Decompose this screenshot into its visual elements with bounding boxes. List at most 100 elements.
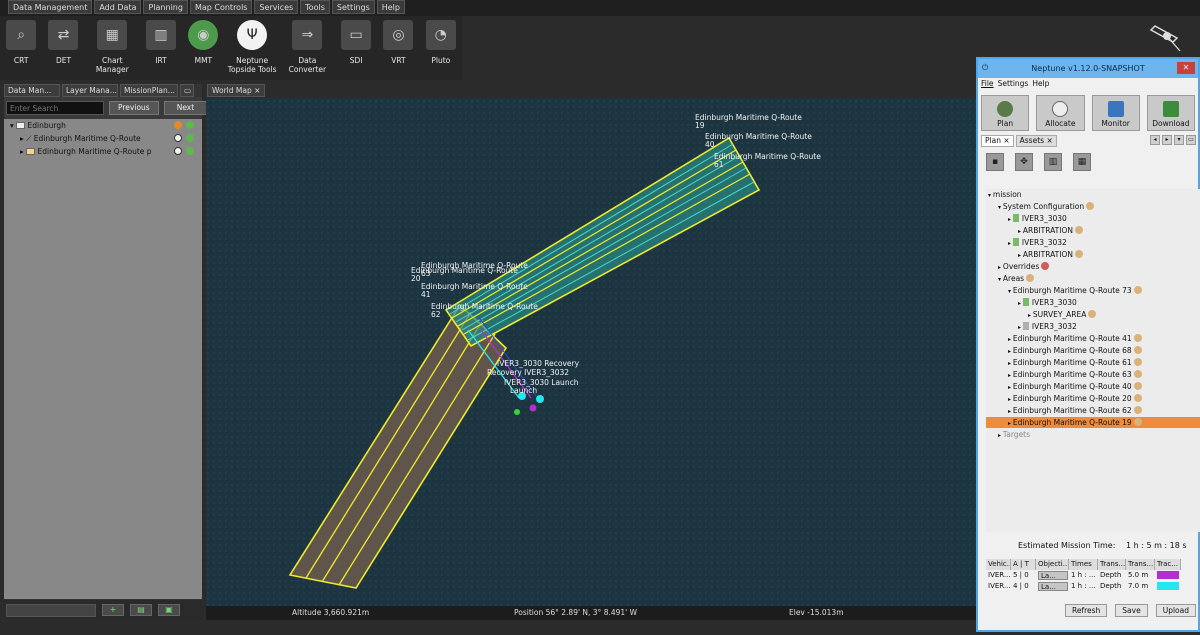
tree-node[interactable]: ▸ Targets (986, 429, 1200, 440)
menu-tools[interactable]: Tools (300, 0, 330, 14)
download-button[interactable]: Download (1146, 95, 1195, 131)
neptune-title-bar[interactable]: ⏻ Neptune v1.12.0-SNAPSHOT ✕ (978, 59, 1198, 78)
tree-node[interactable]: ▸ ARBITRATION (986, 249, 1200, 260)
column-header[interactable]: Trans... (1098, 559, 1126, 570)
plan-button[interactable]: Plan (981, 95, 1030, 131)
tree-node[interactable]: ▸ IVER3_3030 (986, 297, 1200, 308)
tree-node[interactable]: ▸ Edinburgh Maritime Q-Route 20 (986, 393, 1200, 404)
next-button[interactable]: Next (163, 101, 208, 115)
tool-pluto[interactable]: ◔ Pluto (420, 16, 462, 80)
tree-node[interactable]: ▸ IVER3_3032 (986, 321, 1200, 332)
tool-neptune-topside-tools[interactable]: Ψ Neptune Topside Tools (225, 16, 280, 80)
tree-node-label: System Configuration (1002, 202, 1085, 211)
search-input[interactable] (6, 101, 104, 115)
menu-services[interactable]: Services (254, 0, 299, 14)
tool-sdi[interactable]: ▭ SDI (335, 16, 377, 80)
tree-node[interactable]: ▸ Edinburgh Maritime Q-Route 61 (986, 357, 1200, 368)
tree-node[interactable]: ▸ Edinburgh Maritime Q-Route 19 (986, 417, 1200, 428)
monitor-button[interactable]: Monitor (1091, 95, 1140, 131)
tab-data-management[interactable]: Data Man... (4, 84, 60, 97)
objective-dropdown[interactable]: La... (1038, 582, 1068, 591)
expand-icon[interactable]: ▸ (20, 147, 24, 156)
objective-dropdown[interactable]: La... (1038, 571, 1068, 580)
bar-chart-icon[interactable]: ▥ (1044, 153, 1062, 171)
table-row[interactable]: IVER... 4 | 0 La... 1 h : ... Depth 7.0 m (986, 581, 1200, 592)
add-layer-button[interactable]: ▤ (130, 604, 152, 616)
tree-node[interactable]: ▸ Edinburgh Maritime Q-Route 40 (986, 381, 1200, 392)
color-swatch[interactable] (1157, 571, 1179, 579)
menu-settings[interactable]: Settings (998, 78, 1029, 89)
tab-world-map[interactable]: World Map × (207, 84, 266, 97)
restore-icon[interactable]: ▭ (1186, 135, 1196, 145)
table-row[interactable]: IVER... 5 | 0 La... 1 h : ... Depth 5.0 m (986, 570, 1200, 581)
tree-node[interactable]: ▸ IVER3_3030 (986, 213, 1200, 224)
tab-assets[interactable]: Assets × (1015, 135, 1057, 147)
tree-item-qroute[interactable]: ▸ ⟋ Edinburgh Maritime Q-Route (4, 132, 202, 145)
tool-irt[interactable]: ▥ IRT (140, 16, 182, 80)
column-header[interactable]: Vehic... (986, 559, 1011, 570)
crosshair-icon[interactable]: ✥ (1015, 153, 1033, 171)
menu-planning[interactable]: Planning (143, 0, 188, 14)
menu-help[interactable]: Help (376, 0, 405, 14)
column-header[interactable]: A | T (1011, 559, 1036, 570)
tree-node[interactable]: ▾ System Configuration (986, 201, 1200, 212)
tree-node[interactable]: ▾ Areas (986, 273, 1200, 284)
tree-node[interactable]: ▸ ARBITRATION (986, 225, 1200, 236)
launch-marker[interactable] (536, 395, 544, 403)
menu-map-controls[interactable]: Map Controls (189, 0, 253, 14)
add-button[interactable]: + (102, 604, 124, 616)
expand-icon[interactable]: ▸ (20, 134, 24, 143)
tab-left-icon[interactable]: ◂ (1150, 135, 1160, 145)
allocate-button[interactable]: Allocate (1036, 95, 1085, 131)
menu-data-management[interactable]: Data Management (8, 0, 93, 14)
tree-item-edinburgh[interactable]: ▾ Edinburgh (4, 119, 202, 132)
tool-mmt[interactable]: ◉ MMT (182, 16, 224, 80)
tool-data-converter[interactable]: ⇒ Data Converter (280, 16, 335, 80)
collapse-icon[interactable]: ▾ (10, 121, 14, 130)
tab-plan[interactable]: Plan × (981, 135, 1014, 147)
open-plan-icon[interactable]: ▪ (986, 153, 1004, 171)
close-window-button[interactable]: ✕ (1177, 62, 1195, 74)
column-header[interactable]: Objecti... (1036, 559, 1069, 570)
tree-item-qroute-p[interactable]: ▸ Edinburgh Maritime Q-Route p (4, 145, 202, 158)
objective-select[interactable]: La... (1036, 570, 1069, 581)
previous-button[interactable]: Previous (109, 101, 159, 115)
menu-help[interactable]: Help (1032, 78, 1049, 89)
export-button[interactable]: ▣ (158, 604, 180, 616)
menu-settings[interactable]: Settings (331, 0, 375, 14)
column-header[interactable]: Trans... (1126, 559, 1155, 570)
footer-field[interactable] (6, 603, 96, 617)
tree-node[interactable]: ▸ Overrides (986, 261, 1200, 272)
waypoint-marker[interactable] (529, 404, 537, 412)
tab-layer-manager[interactable]: Layer Mana... (62, 84, 118, 97)
tab-mission-planner[interactable]: MissionPlan... (120, 84, 178, 97)
upload-button[interactable]: Upload (1155, 604, 1196, 617)
tree-node[interactable]: ▸ SURVEY_AREA (986, 309, 1200, 320)
tree-node[interactable]: ▸ Edinburgh Maritime Q-Route 41 (986, 333, 1200, 344)
refresh-button[interactable]: Refresh (1064, 604, 1108, 617)
maximize-icon[interactable]: ▭ (180, 84, 194, 97)
tree-node[interactable]: ▸ IVER3_3032 (986, 237, 1200, 248)
column-header[interactable]: Trac... (1155, 559, 1181, 570)
objective-select[interactable]: La... (1036, 581, 1069, 592)
tool-chart-manager[interactable]: ▦ Chart Manager (85, 16, 140, 80)
tab-list-icon[interactable]: ▾ (1174, 135, 1184, 145)
menu-add-data[interactable]: Add Data (94, 0, 142, 14)
close-icon[interactable]: × (254, 86, 260, 95)
color-swatch[interactable] (1157, 582, 1179, 590)
save-button[interactable]: Save (1115, 604, 1148, 617)
tree-node[interactable]: ▾ mission (986, 189, 1200, 200)
package-icon[interactable]: ▦ (1073, 153, 1091, 171)
tool-det[interactable]: ⇄ DET (42, 16, 84, 80)
tab-right-icon[interactable]: ▸ (1162, 135, 1172, 145)
tree-node[interactable]: ▸ Edinburgh Maritime Q-Route 63 (986, 369, 1200, 380)
tool-crt[interactable]: ⌕ CRT (0, 16, 42, 80)
world-map[interactable]: Edinburgh Maritime Q-Route 19 Edinburgh … (206, 98, 976, 606)
menu-file[interactable]: File (981, 78, 994, 89)
start-marker[interactable] (514, 409, 520, 415)
tree-node[interactable]: ▾ Edinburgh Maritime Q-Route 73 (986, 285, 1200, 296)
tree-node[interactable]: ▸ Edinburgh Maritime Q-Route 62 (986, 405, 1200, 416)
tree-node[interactable]: ▸ Edinburgh Maritime Q-Route 68 (986, 345, 1200, 356)
tool-vrt[interactable]: ◎ VRT (377, 16, 419, 80)
column-header[interactable]: Times (1069, 559, 1098, 570)
